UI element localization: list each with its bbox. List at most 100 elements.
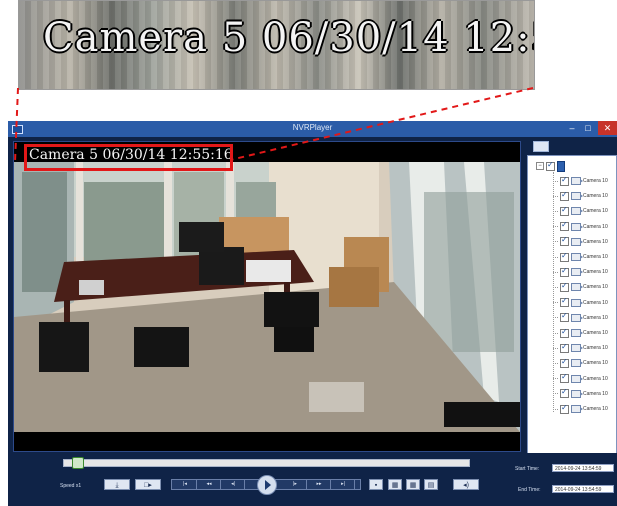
camera-item[interactable]: Camera 10 (553, 311, 608, 325)
tree-branch (553, 378, 558, 380)
camera-label: Camera 10 (583, 299, 608, 306)
camera-checkbox[interactable] (560, 403, 569, 414)
camera-label: Camera 10 (583, 284, 608, 291)
layout-1x1-button[interactable]: ▪ (369, 479, 383, 490)
camera-checkbox[interactable] (560, 266, 569, 277)
frame-forward-button[interactable]: ▸| (332, 480, 355, 489)
snapshot-button[interactable]: □▸ (135, 479, 161, 490)
camera-checkbox[interactable] (560, 357, 569, 368)
camera-icon (571, 283, 583, 292)
camera-icon (571, 329, 583, 337)
camera-icon (571, 374, 583, 383)
camera-item[interactable]: Camera 10 (553, 265, 608, 279)
camera-item[interactable]: Camera 10 (553, 402, 608, 416)
camera-icon (571, 298, 583, 307)
start-time-label: Start Time: (515, 466, 540, 472)
end-time-label: End Time: (518, 487, 541, 493)
playback-progress-bar[interactable] (63, 457, 470, 469)
camera-item[interactable]: Camera 10 (553, 326, 608, 340)
camera-label: Camera 10 (583, 345, 608, 352)
camera-icon (571, 389, 583, 398)
camera-checkbox[interactable] (560, 190, 569, 201)
camera-item[interactable]: Camera 10 (553, 280, 608, 294)
camera-item[interactable]: Camera 10 (553, 296, 608, 310)
camera-checkbox[interactable] (560, 205, 569, 216)
camera-icon (571, 405, 583, 413)
step-forward-button[interactable]: |▸ (284, 480, 307, 489)
rewind-button[interactable]: ◂◂ (198, 480, 221, 489)
layout-4x4-button[interactable]: ▤ (424, 479, 438, 490)
camera-item[interactable]: Camera 10 (553, 220, 608, 234)
camera-label: Camera 10 (583, 223, 608, 230)
volume-button[interactable]: ◂) (453, 479, 479, 490)
device-icon (557, 160, 565, 172)
tree-branch (553, 241, 558, 243)
camera-label: Camera 10 (583, 178, 608, 184)
camera-label: Camera 10 (583, 314, 608, 321)
tree-branch (553, 393, 558, 395)
camera-label: Camera 10 (583, 360, 608, 367)
tree-branch (553, 362, 558, 364)
camera-icon (571, 222, 583, 231)
camera-icon (571, 253, 583, 261)
start-time-field[interactable]: 2014-09-24 13:54:59 (552, 464, 614, 472)
camera-label: Camera 10 (583, 375, 608, 382)
play-button[interactable] (257, 475, 277, 495)
camera-item[interactable]: Camera 10 (553, 250, 608, 264)
camera-checkbox[interactable] (560, 372, 569, 384)
camera-checkbox[interactable] (560, 387, 569, 399)
camera-checkbox[interactable] (560, 311, 569, 323)
video-viewport[interactable]: Camera 5 06/30/14 12:55:16 (13, 141, 521, 452)
progress-handle[interactable] (72, 457, 85, 469)
camera-icon (571, 207, 583, 216)
maximize-button[interactable]: □ (580, 121, 596, 135)
tree-branch (553, 256, 558, 258)
tree-branch (553, 408, 558, 410)
camera-checkbox[interactable] (560, 220, 569, 232)
camera-label: Camera 10 (583, 193, 608, 200)
camera-item[interactable]: Camera 10 (553, 189, 608, 203)
camera-icon (571, 192, 583, 201)
camera-frame (14, 162, 520, 432)
camera-item[interactable]: Camera 10 (553, 356, 608, 370)
frame-back-button[interactable]: |◂ (174, 480, 197, 489)
camera-checkbox[interactable] (560, 235, 569, 247)
camera-item[interactable]: Camera 10 (553, 372, 608, 386)
camera-sidebar: − Camera 10 Camera 10 Camera 10 Camera 10 Ca… (525, 139, 617, 456)
timestamp-highlight-box (24, 144, 233, 171)
tree-branch (553, 271, 558, 273)
layout-2x2-button[interactable]: ▦ (388, 479, 402, 490)
layout-3x3-button[interactable]: ▦ (406, 479, 420, 490)
tree-branch (553, 226, 558, 228)
camera-item[interactable]: Camera 10 (553, 341, 608, 355)
tree-branch (553, 317, 558, 319)
camera-label: Camera 10 (583, 390, 608, 397)
nvrplayer-window: NVRPlayer ‒ □ ✕ Camera 5 06/30/14 12:55:… (8, 121, 617, 506)
camera-checkbox[interactable] (560, 281, 569, 292)
slow-button[interactable]: ◂| (222, 480, 245, 489)
camera-item[interactable]: Camera 10 (553, 235, 608, 249)
fast-forward-button[interactable]: ▸▸ (308, 480, 331, 489)
sidebar-toolbar (525, 139, 617, 153)
tree-root[interactable]: − (536, 160, 565, 172)
camera-icon (571, 359, 583, 368)
tree-branch (553, 332, 558, 334)
camera-label: Camera 10 (583, 208, 608, 215)
camera-item[interactable]: Camera 10 (553, 204, 608, 218)
end-time-field[interactable]: 2014-09-24 13:54:59 (552, 485, 614, 493)
sidebar-toggle-button[interactable] (533, 141, 549, 152)
collapse-icon[interactable]: − (536, 162, 544, 170)
camera-checkbox[interactable] (560, 175, 569, 186)
camera-checkbox[interactable] (560, 327, 569, 338)
camera-item[interactable]: Camera 10 (553, 387, 608, 401)
window-title: NVRPlayer (292, 123, 333, 132)
minimize-button[interactable]: ‒ (564, 121, 580, 135)
root-checkbox[interactable] (546, 160, 555, 171)
close-button[interactable]: ✕ (598, 121, 617, 135)
camera-icon (571, 237, 583, 246)
camera-checkbox[interactable] (560, 342, 569, 353)
download-button[interactable]: ⤓ (104, 479, 130, 490)
camera-checkbox[interactable] (560, 251, 569, 262)
camera-item[interactable]: Camera 10 (553, 174, 608, 188)
camera-checkbox[interactable] (560, 296, 569, 308)
